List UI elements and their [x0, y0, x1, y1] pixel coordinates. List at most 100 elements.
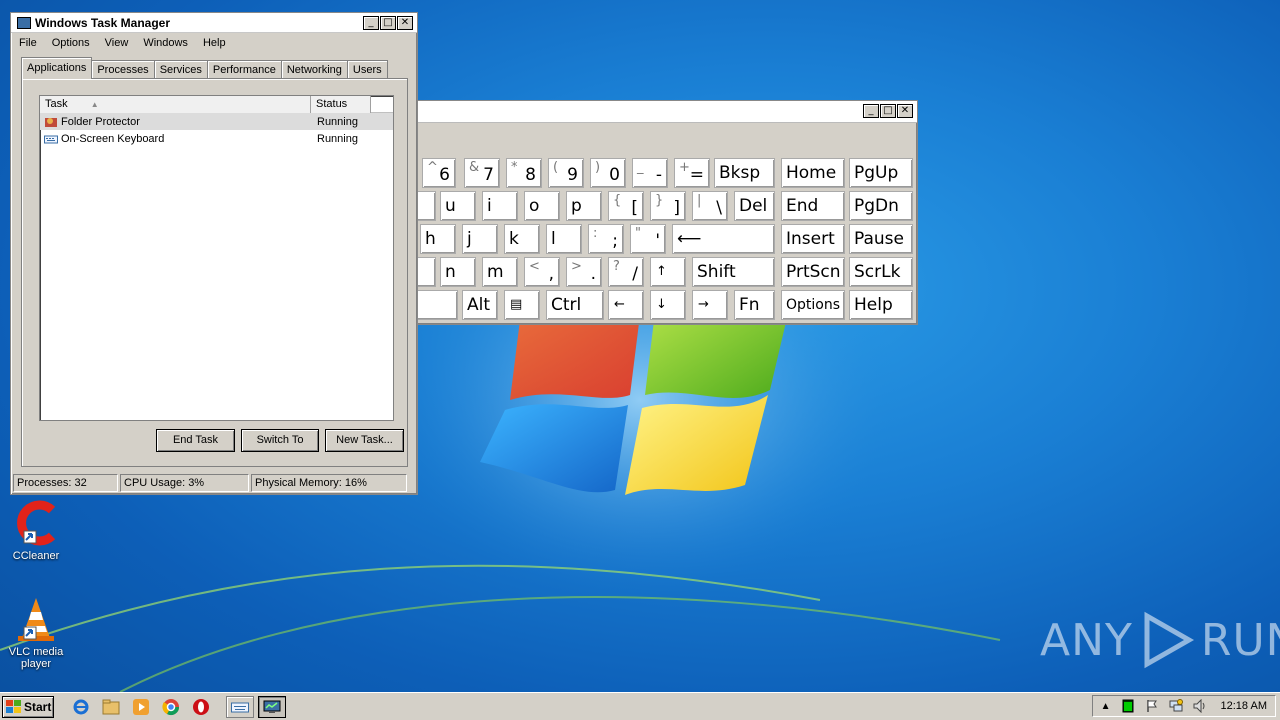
menu-options[interactable]: Options: [52, 37, 90, 49]
key-insert[interactable]: Insert: [781, 224, 845, 254]
key-equal[interactable]: + =: [674, 158, 710, 188]
action-center-flag-icon[interactable]: [1145, 699, 1159, 713]
key-0[interactable]: ) 0: [590, 158, 626, 188]
key-p[interactable]: p: [566, 191, 602, 221]
key-right-bracket[interactable]: }]: [650, 191, 686, 221]
minimize-button[interactable]: _: [363, 16, 379, 30]
key-n[interactable]: n: [440, 257, 476, 287]
key-7[interactable]: & 7: [464, 158, 500, 188]
key-up-arrow[interactable]: ↑: [650, 257, 686, 287]
key-j[interactable]: j: [462, 224, 498, 254]
table-row[interactable]: On-Screen Keyboard Running: [40, 130, 393, 147]
key-k[interactable]: k: [504, 224, 540, 254]
column-header-status[interactable]: Status: [311, 96, 371, 113]
key-m[interactable]: m: [482, 257, 518, 287]
key-left-arrow[interactable]: ←: [608, 290, 644, 320]
key-l[interactable]: l: [546, 224, 582, 254]
task-manager-window[interactable]: Windows Task Manager _ □ ✕ File Options …: [10, 12, 418, 495]
opera-icon[interactable]: [192, 698, 210, 716]
key-label: Alt: [467, 295, 491, 315]
clock[interactable]: 12:18 AM: [1221, 700, 1267, 712]
key-8[interactable]: * 8: [506, 158, 542, 188]
task-list[interactable]: Task ▲ Status Folder Protector Running O…: [39, 95, 394, 421]
key-partial-row5[interactable]: [416, 290, 458, 320]
key-partial-row2[interactable]: [416, 191, 436, 221]
new-task-button[interactable]: New Task...: [325, 429, 404, 452]
key-pgup[interactable]: PgUp: [849, 158, 913, 188]
key-semicolon[interactable]: :;: [588, 224, 624, 254]
key-left-bracket[interactable]: {[: [608, 191, 644, 221]
key-pause[interactable]: Pause: [849, 224, 913, 254]
start-button[interactable]: Start: [2, 695, 54, 718]
key-comma[interactable]: <,: [524, 257, 560, 287]
key-delete[interactable]: Del: [734, 191, 775, 221]
key-enter[interactable]: ⟵: [672, 224, 775, 254]
key-home[interactable]: Home: [781, 158, 845, 188]
key-label: k: [509, 229, 519, 249]
column-header-task[interactable]: Task ▲: [40, 96, 311, 113]
key-ctrl[interactable]: Ctrl: [546, 290, 604, 320]
menu-file[interactable]: File: [19, 37, 37, 49]
key-down-arrow[interactable]: ↓: [650, 290, 686, 320]
key-u[interactable]: u: [440, 191, 476, 221]
key-o[interactable]: o: [524, 191, 560, 221]
key-help[interactable]: Help: [849, 290, 913, 320]
taskbar-button-task-manager[interactable]: [258, 695, 286, 718]
maximize-button[interactable]: □: [380, 16, 396, 30]
key-slash[interactable]: ? /: [608, 257, 644, 287]
key-right-arrow[interactable]: →: [692, 290, 728, 320]
end-task-button[interactable]: End Task: [156, 429, 235, 452]
key-char: 9: [567, 165, 578, 185]
key-minus[interactable]: _ -: [632, 158, 668, 188]
tab-processes[interactable]: Processes: [91, 60, 155, 79]
tab-performance[interactable]: Performance: [206, 60, 282, 79]
key-scrlk[interactable]: ScrLk: [849, 257, 913, 287]
key-h[interactable]: h: [420, 224, 456, 254]
close-button[interactable]: ✕: [897, 104, 913, 118]
key-quote[interactable]: " ': [630, 224, 666, 254]
key-9[interactable]: (9: [548, 158, 584, 188]
tab-networking[interactable]: Networking: [280, 60, 348, 79]
menu-view[interactable]: View: [105, 37, 129, 49]
menu-windows[interactable]: Windows: [143, 37, 188, 49]
key-pgdn[interactable]: PgDn: [849, 191, 913, 221]
volume-icon[interactable]: [1193, 699, 1207, 713]
tab-services[interactable]: Services: [153, 60, 208, 79]
key-shift[interactable]: Shift: [692, 257, 775, 287]
desktop-icon-ccleaner[interactable]: CCleaner: [1, 498, 71, 562]
internet-explorer-icon[interactable]: [72, 698, 90, 716]
key-options[interactable]: Options: [781, 290, 845, 320]
key-backspace[interactable]: Bksp: [714, 158, 775, 188]
maximize-button[interactable]: □: [880, 104, 896, 118]
key-backslash[interactable]: | \: [692, 191, 728, 221]
arrow-left-icon: ←: [614, 297, 625, 312]
menu-help[interactable]: Help: [203, 37, 226, 49]
table-row[interactable]: Folder Protector Running: [40, 113, 393, 130]
watermark-text-right: RUN: [1200, 614, 1280, 666]
key-partial-row4[interactable]: [416, 257, 436, 287]
desktop-icon-vlc[interactable]: VLC media player: [1, 594, 71, 670]
cpu-meter-icon[interactable]: [1121, 699, 1135, 713]
switch-to-button[interactable]: Switch To: [241, 429, 319, 452]
tab-applications[interactable]: Applications: [21, 57, 93, 79]
close-button[interactable]: ✕: [397, 16, 413, 30]
key-prtscn[interactable]: PrtScn: [781, 257, 845, 287]
key-fn[interactable]: Fn: [734, 290, 775, 320]
on-screen-keyboard-window[interactable]: _ □ ✕ ^ 6 & 7 * 8 (9 ) 0 _ - + = Bksp Home PgU…: [415, 100, 918, 325]
network-icon[interactable]: [1169, 699, 1183, 713]
show-hidden-icons-button[interactable]: ▲: [1101, 701, 1111, 712]
task-manager-titlebar[interactable]: Windows Task Manager: [11, 13, 417, 33]
chrome-icon[interactable]: [162, 698, 180, 716]
minimize-button[interactable]: _: [863, 104, 879, 118]
key-6[interactable]: ^ 6: [422, 158, 456, 188]
key-menu[interactable]: ▤: [504, 290, 540, 320]
key-end[interactable]: End: [781, 191, 845, 221]
key-i[interactable]: i: [482, 191, 518, 221]
osk-titlebar[interactable]: [416, 101, 917, 123]
tab-users[interactable]: Users: [346, 60, 388, 79]
taskbar-button-on-screen-keyboard[interactable]: [226, 695, 254, 718]
media-player-icon[interactable]: [132, 698, 150, 716]
file-explorer-icon[interactable]: [102, 698, 120, 716]
key-alt[interactable]: Alt: [462, 290, 498, 320]
key-period[interactable]: >.: [566, 257, 602, 287]
